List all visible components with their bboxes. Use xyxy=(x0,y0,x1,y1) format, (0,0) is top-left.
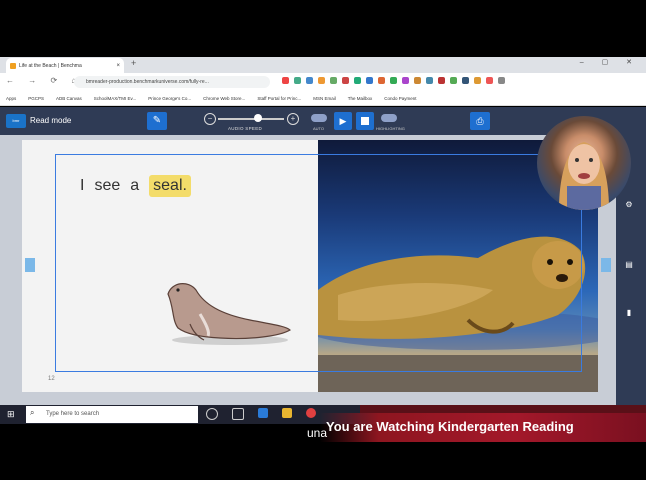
extension-icon[interactable] xyxy=(378,77,385,84)
extension-icon[interactable] xyxy=(294,77,301,84)
app-logo[interactable]: bmr xyxy=(6,114,26,128)
settings-icon[interactable]: ⚙ xyxy=(622,198,636,212)
extension-icon[interactable] xyxy=(402,77,409,84)
browser-tab[interactable]: Life at the Beach | Benchma × xyxy=(6,58,124,73)
mode-label: Read mode xyxy=(30,116,72,125)
taskbar-icons xyxy=(206,408,316,420)
bookmark-item[interactable]: MSN Email xyxy=(313,96,336,101)
audio-speed-label: AUDIO SPEED xyxy=(228,126,263,131)
bookmark-item[interactable]: Apps xyxy=(6,96,16,101)
stop-icon xyxy=(361,117,369,125)
extension-icon[interactable] xyxy=(342,77,349,84)
extension-icon[interactable] xyxy=(462,77,469,84)
tab-favicon-icon xyxy=(10,62,16,69)
audio-speed-slider[interactable] xyxy=(218,118,284,120)
page-selection-frame xyxy=(55,154,582,372)
new-tab-button[interactable]: + xyxy=(131,58,136,68)
auto-label: AUTO xyxy=(313,126,325,131)
bookmarks-bar: Apps PGCPS ADB Canvas SchoolMAX/TMI Ev..… xyxy=(0,91,646,106)
pencil-icon[interactable]: ✎ xyxy=(147,112,167,130)
slider-handle[interactable] xyxy=(253,114,262,122)
extension-icon[interactable] xyxy=(438,77,445,84)
speed-increase-button[interactable]: + xyxy=(287,113,299,125)
auto-toggle[interactable] xyxy=(311,114,327,122)
extension-icon[interactable] xyxy=(366,77,373,84)
bookmark-item[interactable]: PGCPS xyxy=(28,96,44,101)
bookmark-item[interactable]: SchoolMAX/TMI Ev... xyxy=(94,96,136,101)
ticker-strip xyxy=(360,405,646,413)
window-controls[interactable]: – ▢ ✕ xyxy=(580,58,640,66)
banner-title: You are Watching Kindergarten Reading xyxy=(326,419,574,434)
extension-icon[interactable] xyxy=(282,77,289,84)
extension-icon[interactable] xyxy=(450,77,457,84)
url-field[interactable]: bmreader-production.benchmarkuniverse.co… xyxy=(74,76,270,88)
bookmark-item[interactable]: Prince George's Co... xyxy=(148,96,191,101)
extension-icon[interactable] xyxy=(414,77,421,84)
page-number: 12 xyxy=(48,376,55,382)
task-view-icon[interactable] xyxy=(232,408,244,420)
highlighting-toggle[interactable] xyxy=(381,114,397,122)
tab-close-button[interactable]: × xyxy=(116,63,120,69)
overlay-partial-text: una xyxy=(307,426,328,440)
stop-button[interactable] xyxy=(356,112,374,130)
next-page-tab[interactable] xyxy=(601,258,611,272)
edge-icon[interactable] xyxy=(258,408,268,418)
extension-icon[interactable] xyxy=(330,77,337,84)
bookmark-icon[interactable]: ▮ xyxy=(622,306,636,320)
teacher-webcam-image xyxy=(559,142,609,210)
extension-icon[interactable] xyxy=(390,77,397,84)
extension-icon[interactable] xyxy=(354,77,361,84)
extension-icon[interactable] xyxy=(486,77,493,84)
bookmark-item[interactable]: The Mailbox xyxy=(348,96,373,101)
search-icon: ⌕ xyxy=(30,408,35,417)
taskbar-search-input[interactable]: Type here to search xyxy=(26,406,198,423)
extension-icon[interactable] xyxy=(474,77,481,84)
navigation-buttons[interactable]: ← → ⟳ ⌂ xyxy=(6,76,82,85)
bookmark-item[interactable]: ADB Canvas xyxy=(56,96,82,101)
extension-icon[interactable] xyxy=(498,77,505,84)
print-icon[interactable]: ⎙ xyxy=(470,112,490,130)
cortana-icon[interactable] xyxy=(206,408,218,420)
bookmark-item[interactable]: Condo Payment xyxy=(384,96,416,101)
play-button[interactable]: ▶ xyxy=(334,112,352,130)
tab-title: Life at the Beach | Benchma xyxy=(19,62,82,69)
chrome-icon[interactable] xyxy=(306,408,316,418)
extension-icon[interactable] xyxy=(318,77,325,84)
folder-icon[interactable] xyxy=(282,408,292,418)
teacher-webcam xyxy=(537,116,631,210)
highlighting-label: HIGHLIGHTING xyxy=(376,126,405,131)
bookmark-item[interactable]: Chrome Web Store... xyxy=(203,96,245,101)
previous-page-tab[interactable] xyxy=(25,258,35,272)
extension-icons xyxy=(282,77,505,84)
speed-decrease-button[interactable]: − xyxy=(204,113,216,125)
start-icon[interactable]: ⊞ xyxy=(7,409,15,420)
bookmark-item[interactable]: Staff Portal for Princ... xyxy=(257,96,301,101)
extension-icon[interactable] xyxy=(306,77,313,84)
extension-icon[interactable] xyxy=(426,77,433,84)
document-icon[interactable]: ▤ xyxy=(622,258,636,272)
